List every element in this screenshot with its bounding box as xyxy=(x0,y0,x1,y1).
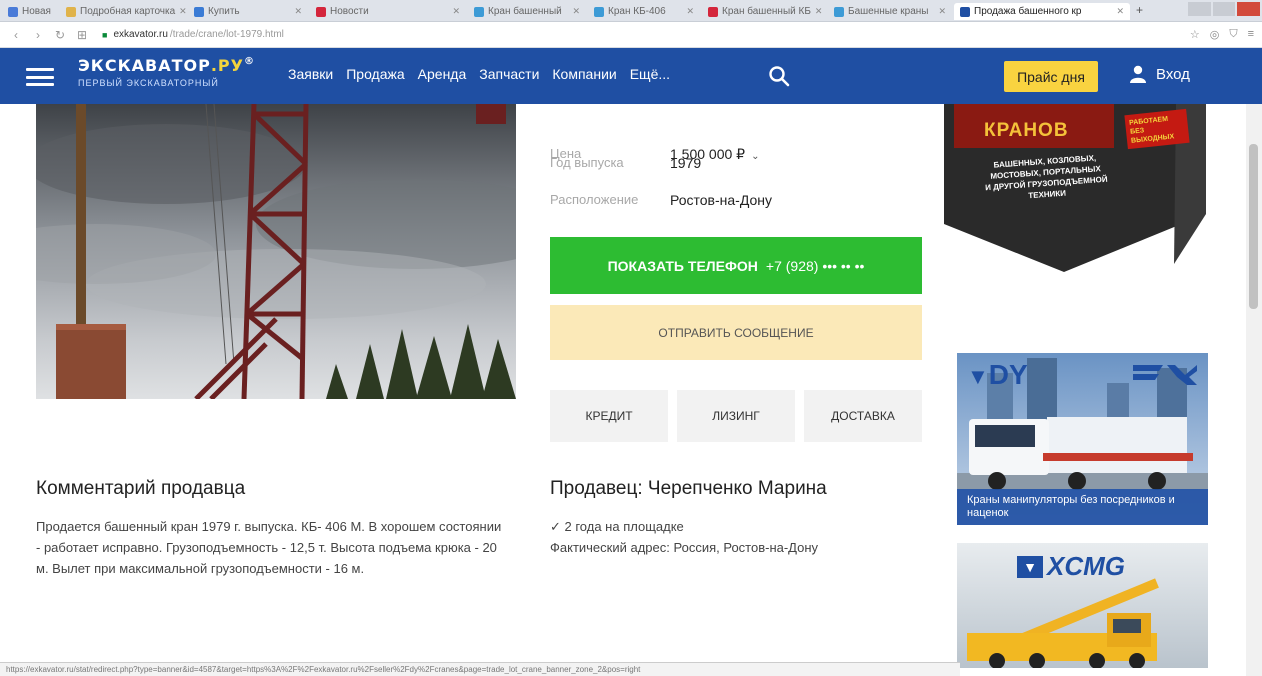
tab-close-icon[interactable]: ✕ xyxy=(934,6,946,17)
tab-close-icon[interactable]: ✕ xyxy=(175,6,186,17)
user-icon xyxy=(1130,65,1146,83)
tab-favicon-icon xyxy=(834,6,844,17)
tab-close-icon[interactable]: ✕ xyxy=(1112,6,1124,17)
lock-icon: ■ xyxy=(102,29,108,40)
search-icon[interactable] xyxy=(768,65,790,87)
window-controls xyxy=(1186,2,1261,18)
browser-tab-4[interactable]: Новости ✕ xyxy=(310,3,466,20)
nav-link-rent[interactable]: Аренда xyxy=(418,66,467,82)
seller-name-title[interactable]: Продавец: Черепченко Марина xyxy=(550,478,827,500)
year-label: Год выпуска xyxy=(550,155,624,170)
login-button[interactable]: Вход xyxy=(1130,65,1190,83)
browser-tab-active[interactable]: Продажа башенного кр ✕ xyxy=(954,3,1130,20)
price-of-day-button[interactable]: Прайс дня xyxy=(1004,61,1098,92)
new-tab-button[interactable]: + xyxy=(1136,3,1143,17)
seller-info: ✓ 2 года на площадке Фактический адрес: … xyxy=(550,516,818,558)
browser-tab-2[interactable]: Подробная карточка ✕ xyxy=(60,3,186,20)
ad-xcmg-logo: ▼ XCMG xyxy=(1017,551,1125,582)
site-logo[interactable]: ЭКСКАВАТОР.РУ® ПЕРВЫЙ ЭКСКАВАТОРНЫЙ xyxy=(78,56,268,96)
ad-banner-xcmg[interactable]: ▼ XCMG xyxy=(957,543,1208,668)
tab-favicon-icon xyxy=(316,6,326,17)
ad-dy-partner-logo-icon xyxy=(1133,363,1197,387)
logo-tagline: ПЕРВЫЙ ЭКСКАВАТОРНЫЙ xyxy=(78,78,219,88)
seller-tenure: ✓ 2 года на площадке xyxy=(550,519,684,534)
tab-close-icon[interactable]: ✕ xyxy=(682,6,694,17)
tower-crane-image xyxy=(36,104,516,399)
credit-button[interactable]: КРЕДИТ xyxy=(550,390,668,442)
tab-favicon-icon xyxy=(66,6,76,17)
chevron-down-icon: ⌄ xyxy=(751,151,760,162)
window-close-icon[interactable] xyxy=(1237,2,1261,16)
ad-banner-cranes[interactable]: КРАНОВ РАБОТАЕМ БЕЗ ВЫХОДНЫХ БАШЕННЫХ, К… xyxy=(944,104,1206,272)
leasing-button[interactable]: ЛИЗИНГ xyxy=(677,390,795,442)
browser-tab-7[interactable]: Кран башенный КБ ✕ xyxy=(702,3,826,20)
status-bar-link: https://exkavator.ru/stat/redirect.php?t… xyxy=(0,662,960,676)
ad-top-badge: РАБОТАЕМ БЕЗ ВЫХОДНЫХ xyxy=(1124,108,1190,150)
bookmark-icon[interactable]: ☆ xyxy=(1190,28,1200,41)
reload-icon[interactable]: ↻ xyxy=(54,28,66,42)
hamburger-menu-icon[interactable] xyxy=(26,68,54,86)
nav-link-parts[interactable]: Запчасти xyxy=(479,66,539,82)
browser-tab-8[interactable]: Башенные краны ✕ xyxy=(828,3,952,20)
address-bar: ‹ › ↻ ⊞ ■ exkavator.ru /trade/crane/lot-… xyxy=(0,22,1262,48)
nav-link-companies[interactable]: Компании xyxy=(552,66,616,82)
browser-tab-6[interactable]: Кран КБ-406 ✕ xyxy=(588,3,700,20)
browser-tab-3[interactable]: Купить ✕ xyxy=(188,3,308,20)
extension-icons: ☆ ◎ ⛉ ≡ xyxy=(1190,28,1254,41)
seller-address: Фактический адрес: Россия, Ростов-на-Дон… xyxy=(550,540,819,555)
tab-favicon-icon xyxy=(8,6,18,17)
page-scrollbar[interactable] xyxy=(1246,104,1262,676)
tab-favicon-icon xyxy=(708,6,718,17)
spec-location: Расположение Ростов-на-Дону xyxy=(550,192,772,208)
seller-comment-title: Комментарий продавца xyxy=(36,478,246,499)
logo-wordmark: ЭКСКАВАТОР xyxy=(78,56,211,75)
tab-favicon-icon xyxy=(594,6,604,17)
xcmg-logo-mark-icon: ▼ xyxy=(1017,555,1043,578)
spec-year-row: Год выпуска 1979 xyxy=(550,155,701,171)
logo-domain: .РУ xyxy=(210,56,244,75)
tab-close-icon[interactable]: ✕ xyxy=(811,6,823,17)
dy-logo-mark-icon: ▼ xyxy=(967,364,989,389)
ad-banner-dy[interactable]: ▼DY Краны манипуляторы без посредников и… xyxy=(957,353,1208,525)
extension-icon[interactable]: ◎ xyxy=(1210,28,1220,41)
shield-icon[interactable]: ⛉ xyxy=(1229,28,1237,41)
ad-dy-logo: ▼DY xyxy=(967,359,1028,390)
location-value: Ростов-на-Дону xyxy=(670,192,772,208)
tab-close-icon[interactable]: ✕ xyxy=(290,6,302,17)
send-message-button[interactable]: ОТПРАВИТЬ СООБЩЕНИЕ xyxy=(550,305,922,360)
browser-tab-5[interactable]: Кран башенный ✕ xyxy=(468,3,586,20)
menu-icon[interactable]: ≡ xyxy=(1248,28,1254,41)
minimize-icon[interactable] xyxy=(1188,2,1211,16)
seller-comment-text: Продается башенный кран 1979 г. выпуска.… xyxy=(36,519,502,576)
main-nav: Заявки Продажа Аренда Запчасти Компании … xyxy=(288,66,670,82)
apps-grid-icon[interactable]: ⊞ xyxy=(76,28,88,42)
tab-favicon-icon xyxy=(960,6,970,17)
maximize-icon[interactable] xyxy=(1212,2,1236,16)
browser-tab-1[interactable]: Новая xyxy=(2,3,58,20)
listing-photo[interactable] xyxy=(36,104,516,399)
logo-registered: ® xyxy=(243,56,255,67)
ad-dy-caption: Краны манипуляторы без посредников и нац… xyxy=(957,489,1208,525)
nav-link-requests[interactable]: Заявки xyxy=(288,66,333,82)
scrollbar-thumb[interactable] xyxy=(1249,144,1258,309)
back-icon[interactable]: ‹ xyxy=(10,28,22,42)
nav-link-more[interactable]: Ещё... xyxy=(630,66,670,82)
show-phone-button[interactable]: ПОКАЗАТЬ ТЕЛЕФОН +7 (928) ••• •• •• xyxy=(550,237,922,294)
tab-close-icon[interactable]: ✕ xyxy=(448,6,460,17)
tab-favicon-icon xyxy=(474,6,484,17)
location-label: Расположение xyxy=(550,192,639,207)
url-field[interactable]: ■ exkavator.ru /trade/crane/lot-1979.htm… xyxy=(102,29,284,40)
login-label: Вход xyxy=(1156,65,1190,83)
tab-favicon-icon xyxy=(194,6,204,17)
delivery-button[interactable]: ДОСТАВКА xyxy=(804,390,922,442)
site-header: ЭКСКАВАТОР.РУ® ПЕРВЫЙ ЭКСКАВАТОРНЫЙ Заяв… xyxy=(0,48,1262,104)
ad-top-title: КРАНОВ xyxy=(984,120,1069,141)
phone-masked: +7 (928) ••• •• •• xyxy=(765,257,865,274)
tab-close-icon[interactable]: ✕ xyxy=(568,6,580,17)
browser-tab-bar: Новая Подробная карточка ✕ Купить ✕ Ново… xyxy=(0,0,1262,22)
nav-link-sale[interactable]: Продажа xyxy=(346,66,404,82)
forward-icon[interactable]: › xyxy=(32,28,44,42)
year-value: 1979 xyxy=(670,155,702,171)
